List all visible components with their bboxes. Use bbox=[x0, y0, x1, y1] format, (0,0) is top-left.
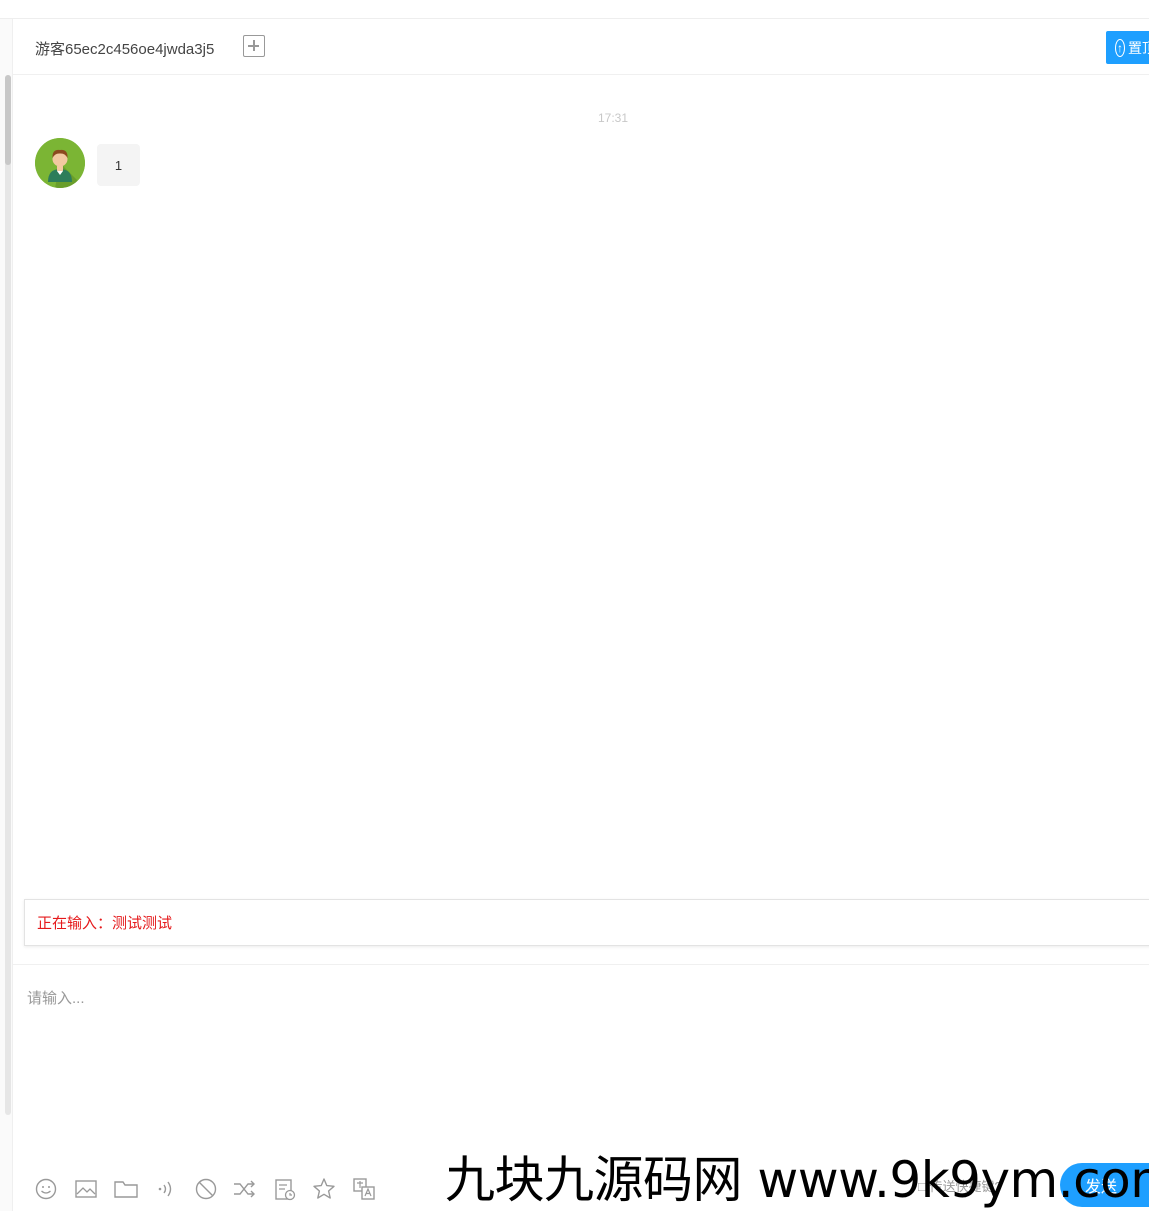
transfer-icon[interactable] bbox=[233, 1177, 257, 1201]
typing-indicator: 正在输入：测试测试 bbox=[24, 899, 1149, 946]
scrollbar[interactable] bbox=[5, 75, 11, 1115]
translate-icon[interactable] bbox=[352, 1177, 376, 1201]
message-input[interactable] bbox=[27, 987, 1127, 1137]
message-list[interactable]: 17:31 1 bbox=[13, 76, 1149, 896]
voice-icon[interactable] bbox=[154, 1177, 178, 1201]
info-up-icon: ↑ bbox=[1115, 38, 1125, 57]
notes-icon[interactable] bbox=[273, 1177, 297, 1201]
visitor-name: 游客65ec2c456oe4jwda3j5 bbox=[35, 41, 215, 58]
folder-icon[interactable] bbox=[114, 1177, 138, 1201]
scrollbar-thumb[interactable] bbox=[5, 75, 11, 165]
pin-label: 置顶 bbox=[1128, 39, 1149, 56]
message-time: 17:31 bbox=[598, 111, 629, 125]
image-icon[interactable] bbox=[74, 1177, 98, 1201]
add-icon[interactable] bbox=[243, 35, 265, 57]
chat-header: 游客65ec2c456oe4jwda3j5 ↑ 置顶 bbox=[13, 19, 1149, 75]
user-avatar-icon bbox=[35, 138, 85, 188]
pin-button[interactable]: ↑ 置顶 bbox=[1106, 31, 1149, 64]
emoji-icon[interactable] bbox=[34, 1177, 58, 1201]
top-strip bbox=[0, 0, 1149, 19]
star-icon[interactable] bbox=[312, 1177, 336, 1201]
input-area bbox=[13, 965, 1149, 1165]
block-icon[interactable] bbox=[194, 1177, 218, 1201]
watermark: 九块九源码网 www.9k9ym.com bbox=[445, 1151, 1149, 1209]
message-bubble: 1 bbox=[97, 144, 140, 186]
